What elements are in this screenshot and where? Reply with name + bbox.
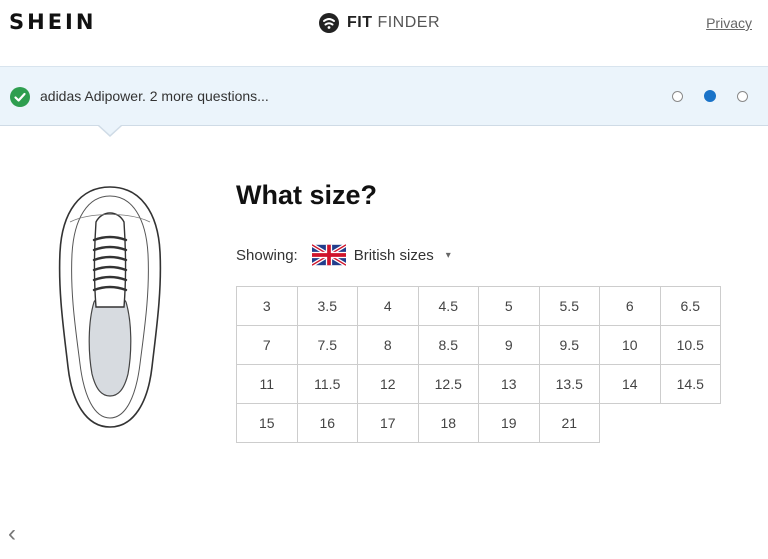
size-option[interactable]: 7 — [237, 326, 298, 365]
step-dot[interactable] — [737, 90, 748, 102]
size-option[interactable]: 19 — [479, 404, 540, 443]
header: SHEIN FIT FINDER Privacy — [0, 0, 768, 66]
size-option[interactable]: 11.5 — [297, 365, 358, 404]
fit-finder-icon — [319, 13, 339, 33]
privacy-link[interactable]: Privacy — [706, 15, 752, 31]
size-option[interactable]: 6.5 — [660, 287, 721, 326]
size-option[interactable]: 5 — [479, 287, 540, 326]
size-option[interactable]: 10.5 — [660, 326, 721, 365]
size-option[interactable]: 18 — [418, 404, 479, 443]
size-option[interactable]: 14 — [600, 365, 661, 404]
chevron-left-icon[interactable]: ‹ — [8, 520, 16, 548]
uk-flag-icon — [311, 244, 346, 266]
step-indicator — [672, 90, 748, 102]
size-option[interactable]: 7.5 — [297, 326, 358, 365]
fit-finder-wordmark: FIT FINDER — [347, 14, 440, 31]
size-system-selector[interactable]: Showing: British sizes ▾ — [236, 244, 451, 266]
size-option[interactable]: 16 — [297, 404, 358, 443]
size-option[interactable]: 17 — [358, 404, 419, 443]
size-option[interactable]: 4.5 — [418, 287, 479, 326]
brand-logo[interactable]: SHEIN — [9, 10, 96, 34]
showing-label: Showing: — [236, 246, 298, 264]
size-option[interactable]: 13 — [479, 365, 540, 404]
shoe-illustration — [58, 186, 162, 428]
size-option[interactable]: 3 — [237, 287, 298, 326]
size-option[interactable]: 13.5 — [539, 365, 600, 404]
size-option[interactable]: 14.5 — [660, 365, 721, 404]
progress-banner: adidas Adipower. 2 more questions... — [0, 66, 768, 126]
step-dot-active[interactable] — [704, 90, 716, 102]
check-circle-icon — [10, 87, 30, 107]
size-option[interactable]: 15 — [237, 404, 298, 443]
size-option[interactable]: 5.5 — [539, 287, 600, 326]
step-dot[interactable] — [672, 90, 683, 102]
size-option[interactable]: 3.5 — [297, 287, 358, 326]
size-option[interactable]: 10 — [600, 326, 661, 365]
fit-finder-logo: FIT FINDER — [318, 12, 440, 34]
size-grid: 3 3.5 4 4.5 5 5.5 6 6.5 7 7.5 8 8.5 9 9.5 10 10.5 11 11.5… — [236, 286, 721, 443]
size-option[interactable]: 6 — [600, 287, 661, 326]
size-option[interactable]: 9 — [479, 326, 540, 365]
size-option[interactable]: 11 — [237, 365, 298, 404]
size-option[interactable]: 4 — [358, 287, 419, 326]
size-option[interactable]: 21 — [539, 404, 600, 443]
banner-message: adidas Adipower. 2 more questions... — [40, 88, 269, 104]
page-title: What size? — [236, 180, 378, 210]
size-option[interactable]: 12 — [358, 365, 419, 404]
size-option[interactable]: 8.5 — [418, 326, 479, 365]
chevron-down-icon[interactable]: ▾ — [446, 250, 451, 261]
size-option[interactable]: 12.5 — [418, 365, 479, 404]
size-system-value[interactable]: British sizes — [354, 247, 434, 264]
size-option[interactable]: 9.5 — [539, 326, 600, 365]
size-option[interactable]: 8 — [358, 326, 419, 365]
banner-pointer — [99, 125, 121, 135]
